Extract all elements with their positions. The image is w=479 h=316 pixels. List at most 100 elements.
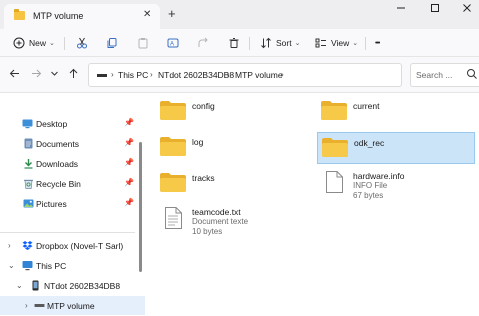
breadcrumb-device[interactable]: NTdot 2602B34DB8 (158, 70, 234, 80)
search-placeholder: Search ... (416, 70, 453, 80)
computer-icon (22, 260, 33, 271)
pin-icon[interactable]: 📌 (124, 178, 134, 187)
share-button[interactable] (196, 34, 209, 52)
forward-button[interactable] (31, 68, 42, 82)
chevron-right-icon[interactable]: › (8, 241, 11, 250)
new-button[interactable]: New ⌄ (12, 34, 55, 52)
more-options-button[interactable]: ••• (375, 34, 380, 52)
rename-button[interactable]: A (166, 34, 179, 52)
search-input[interactable]: Search ... (410, 63, 479, 87)
sidebar-item-pictures[interactable]: Pictures 📌 (0, 194, 145, 213)
navigation-bar: › This PC › NTdot 2602B34DB8 › MTP volum… (0, 57, 479, 93)
back-button[interactable] (9, 68, 20, 82)
maximize-button[interactable] (423, 3, 447, 19)
chevron-down-icon[interactable]: ⌄ (8, 261, 15, 270)
folder-icon (160, 172, 186, 192)
delete-button[interactable] (227, 34, 240, 52)
cut-button[interactable] (75, 34, 88, 52)
sidebar-item-label: Recycle Bin (36, 179, 81, 189)
drive-icon (34, 300, 45, 311)
chevron-right-icon: › (111, 70, 114, 79)
more-icon: ••• (375, 39, 380, 47)
file-item-teamcode-txt[interactable]: teamcode.txt Document texte 10 bytes (160, 204, 310, 240)
divider (64, 37, 65, 50)
new-tab-button[interactable]: + (168, 6, 176, 21)
item-name: log (192, 137, 204, 147)
sidebar-item-label: Desktop (36, 119, 68, 129)
sidebar-item-recycle-bin[interactable]: Recycle Bin 📌 (0, 174, 145, 193)
sidebar-item-mtp-volume[interactable]: › MTP volume (0, 296, 145, 315)
tab-title: MTP volume (33, 11, 84, 21)
search-icon (466, 68, 478, 80)
up-button[interactable] (68, 68, 79, 82)
this-pc-icon (97, 74, 107, 77)
rename-icon: A (166, 37, 179, 50)
trash-icon (227, 37, 240, 50)
pin-icon[interactable]: 📌 (124, 158, 134, 167)
pin-icon[interactable]: 📌 (124, 138, 134, 147)
sort-button[interactable]: Sort ⌄ (259, 34, 300, 52)
clipboard-icon (136, 37, 149, 50)
device-icon (30, 280, 41, 291)
paste-button[interactable] (136, 34, 149, 52)
chevron-right-icon[interactable]: › (25, 301, 28, 310)
item-type: INFO File (353, 181, 388, 190)
navigation-pane: Desktop 📌 Documents 📌 Downloads 📌 Recycl… (0, 94, 145, 316)
item-name: config (192, 101, 215, 111)
item-name: current (353, 101, 380, 111)
breadcrumb-mtp-volume[interactable]: MTP volume (235, 70, 283, 80)
share-icon (196, 37, 209, 50)
sidebar-item-device[interactable]: ⌄ NTdot 2602B34DB8 (0, 276, 145, 295)
close-tab-button[interactable]: ✕ (143, 9, 151, 20)
sidebar-item-downloads[interactable]: Downloads 📌 (0, 154, 145, 173)
chevron-right-icon: › (227, 70, 230, 79)
file-item-hardware-info[interactable]: hardware.info INFO File 67 bytes (321, 168, 471, 204)
chevron-down-icon: ⌄ (49, 40, 55, 47)
copy-icon (105, 37, 118, 50)
sort-icon (259, 37, 272, 50)
sidebar-scrollbar[interactable] (139, 142, 142, 272)
recent-locations-button[interactable] (50, 68, 59, 82)
item-name: odk_rec (354, 138, 385, 148)
chevron-down-icon: ⌄ (352, 40, 359, 47)
folder-item-tracks[interactable]: tracks (160, 168, 300, 200)
sidebar-item-documents[interactable]: Documents 📌 (0, 134, 145, 153)
view-label: View (331, 38, 350, 48)
copy-button[interactable] (105, 34, 118, 52)
chevron-down-icon[interactable]: ⌄ (16, 281, 23, 290)
sidebar-item-desktop[interactable]: Desktop 📌 (0, 114, 145, 133)
breadcrumb-this-pc[interactable]: This PC (118, 70, 148, 80)
generic-file-icon (326, 171, 343, 193)
sort-label: Sort (276, 38, 292, 48)
plus-circle-icon (12, 37, 25, 50)
chevron-down-icon: ⌄ (294, 40, 301, 47)
tab-mtp-volume[interactable]: MTP volume ✕ (4, 4, 160, 29)
sidebar-item-label: Dropbox (Novel-T Sarl) (36, 241, 124, 251)
sidebar-item-dropbox[interactable]: › Dropbox (Novel-T Sarl) (0, 236, 145, 255)
sidebar-divider (0, 232, 135, 233)
sidebar-item-label: Downloads (36, 159, 79, 169)
minimize-button[interactable] (389, 3, 413, 19)
folder-item-config[interactable]: config (160, 96, 300, 128)
chevron-right-icon: › (281, 70, 284, 79)
divider (365, 37, 366, 50)
folder-item-log[interactable]: log (160, 132, 300, 164)
recycle-bin-icon (23, 178, 34, 189)
pin-icon[interactable]: 📌 (124, 118, 134, 127)
close-window-button[interactable] (455, 3, 479, 19)
documents-icon (23, 138, 34, 149)
view-button[interactable]: View ⌄ (314, 34, 358, 52)
address-bar[interactable]: › This PC › NTdot 2602B34DB8 › MTP volum… (88, 63, 402, 87)
pictures-icon (23, 198, 34, 209)
pin-icon[interactable]: 📌 (124, 198, 134, 207)
divider (249, 37, 250, 50)
desktop-icon (22, 118, 33, 129)
new-button-label: New (29, 38, 47, 48)
sidebar-item-this-pc[interactable]: ⌄ This PC (0, 256, 145, 275)
folder-icon (14, 9, 25, 20)
item-name: teamcode.txt (192, 207, 241, 217)
folder-item-odk-rec[interactable]: odk_rec (317, 132, 475, 164)
folder-item-current[interactable]: current (321, 96, 471, 128)
dropbox-icon (22, 240, 33, 251)
sidebar-item-label: MTP volume (47, 301, 95, 311)
